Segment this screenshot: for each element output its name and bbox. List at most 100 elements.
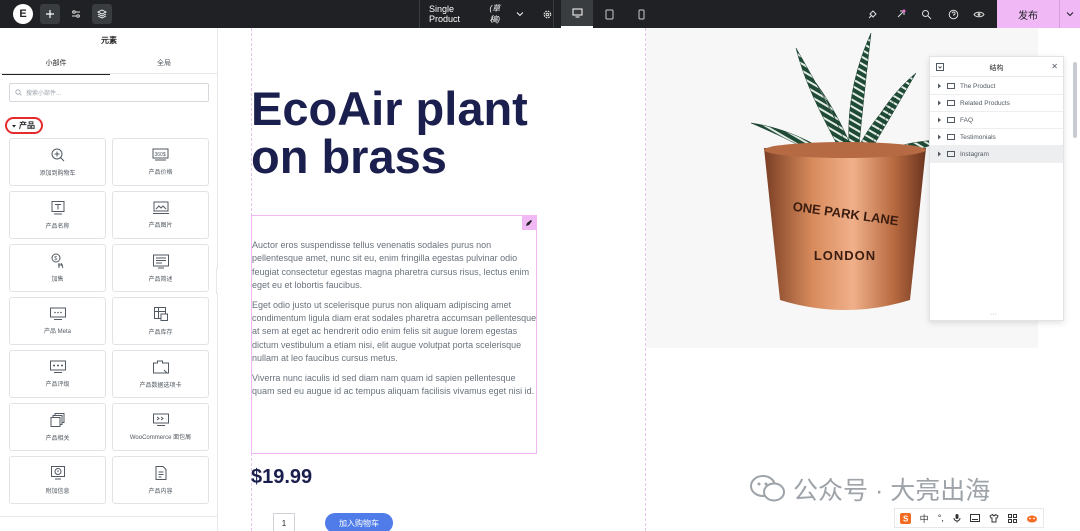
- widget-product-meta[interactable]: 产品 Meta: [9, 297, 106, 345]
- widget-product-images[interactable]: 产品图片: [112, 191, 209, 239]
- search-icon: [921, 9, 931, 19]
- product-title-line: EcoAir plant: [251, 82, 528, 135]
- widget-short-description[interactable]: 产品简述: [112, 244, 209, 292]
- layers-icon: [97, 9, 107, 19]
- desktop-view-button[interactable]: [561, 0, 593, 28]
- sliders-icon: [72, 10, 80, 18]
- chevron-down-icon: [516, 12, 524, 17]
- elements-panel: 元素 小部件 全局 搜索小部件... 产品 添加到购物车 360$ 产品价格 产…: [0, 28, 218, 531]
- add-to-cart-button[interactable]: 加入购物车: [325, 513, 393, 531]
- product-description: Auctor eros suspendisse tellus venenatis…: [252, 239, 538, 404]
- widget-product-stock[interactable]: 产品库存: [112, 297, 209, 345]
- widget-label: 产品数据选项卡: [139, 382, 182, 389]
- top-bar: E Single Product (草稿) 发布: [0, 0, 1080, 28]
- widget-woocommerce-breadcrumbs[interactable]: WooCommerce 面包屑: [112, 403, 209, 451]
- widget-label: 产品图片: [148, 223, 173, 229]
- finder-button[interactable]: [918, 6, 934, 22]
- skin-icon[interactable]: [989, 513, 999, 523]
- tab-global[interactable]: 全局: [110, 58, 217, 68]
- category-label: 产品: [19, 121, 35, 130]
- site-settings-button[interactable]: [66, 4, 86, 24]
- svg-text:$: $: [54, 256, 57, 262]
- structure-panel: 结构 ✕ The Product Related Products FAQ Te…: [929, 56, 1064, 321]
- widget-label: 产品 Meta: [43, 329, 71, 335]
- structure-item-label: FAQ: [960, 116, 974, 124]
- description-paragraph: Auctor eros suspendisse tellus venenatis…: [252, 240, 530, 291]
- add-to-cart-icon: [51, 148, 64, 162]
- plug-icon: [868, 9, 877, 18]
- structure-item-label: Instagram: [960, 150, 989, 158]
- widget-product-rating[interactable]: 产品评级: [9, 350, 106, 398]
- page-settings-gear-icon[interactable]: [542, 9, 553, 20]
- product-stock-icon: [153, 307, 168, 321]
- structure-item-the-product[interactable]: The Product: [930, 78, 1063, 95]
- widget-product-data-tabs[interactable]: 产品数据选项卡: [112, 350, 209, 398]
- widget-label: 产品评级: [45, 382, 70, 388]
- widget-label: 添加到购物车: [39, 171, 76, 177]
- description-paragraph: Viverra nunc iaculis id sed diam nam qua…: [252, 372, 535, 397]
- mobile-view-button[interactable]: [625, 0, 657, 28]
- tablet-icon: [605, 9, 613, 19]
- elementor-logo[interactable]: E: [13, 4, 33, 24]
- product-data-tabs-icon: [152, 360, 169, 373]
- breadcrumbs-icon: [152, 413, 169, 426]
- widget-product-title[interactable]: 产品名称: [9, 191, 106, 239]
- widget-label: 产品相关: [45, 436, 70, 442]
- panel-title: 元素: [101, 36, 117, 45]
- structure-item-testimonials[interactable]: Testimonials: [930, 129, 1063, 146]
- microphone-icon[interactable]: [953, 513, 961, 523]
- integrations-button[interactable]: [864, 6, 880, 22]
- structure-item-faq[interactable]: FAQ: [930, 112, 1063, 129]
- search-placeholder: 搜索小部件...: [26, 91, 62, 97]
- resize-handle[interactable]: ···: [990, 311, 997, 318]
- caret-right-icon: [938, 117, 941, 123]
- widget-label: 产品简述: [148, 276, 173, 283]
- pot-rim: [764, 142, 926, 158]
- chevron-down-icon: [1066, 12, 1074, 17]
- structure-button[interactable]: [92, 4, 112, 24]
- caret-right-icon: [938, 100, 941, 106]
- widget-product-price[interactable]: 360$ 产品价格: [112, 138, 209, 186]
- ime-mode-label[interactable]: 中: [920, 512, 929, 525]
- rocket-icon: [897, 9, 905, 17]
- product-price: $19.99: [251, 466, 313, 488]
- close-icon[interactable]: ✕: [1051, 62, 1058, 71]
- structure-item-related-products[interactable]: Related Products: [930, 95, 1063, 112]
- widget-add-to-cart[interactable]: 添加到购物车: [9, 138, 106, 186]
- search-icon: [15, 89, 22, 96]
- punctuation-icon[interactable]: °,: [938, 513, 944, 523]
- widget-search-input[interactable]: 搜索小部件...: [9, 83, 209, 102]
- product-price-icon: 360$: [152, 148, 168, 161]
- notifications-button[interactable]: [892, 6, 908, 22]
- add-element-button[interactable]: [40, 4, 60, 24]
- structure-item-instagram[interactable]: Instagram: [930, 146, 1063, 163]
- tablet-view-button[interactable]: [593, 0, 625, 28]
- publish-options-button[interactable]: [1059, 0, 1080, 28]
- brass-pot: [764, 148, 926, 310]
- widget-upsell[interactable]: $ 加售: [9, 244, 106, 292]
- quantity-input[interactable]: 1: [273, 513, 295, 531]
- sogou-logo-icon[interactable]: S: [899, 512, 911, 524]
- publish-button[interactable]: 发布: [997, 0, 1059, 28]
- keyboard-icon[interactable]: [970, 514, 981, 522]
- category-products[interactable]: 产品: [5, 117, 43, 134]
- product-title[interactable]: EcoAir plant on brass: [251, 85, 528, 181]
- canvas-scrollbar[interactable]: [1073, 62, 1077, 138]
- structure-title: 结构: [989, 65, 1004, 72]
- svg-text:S: S: [903, 514, 909, 523]
- tab-divider: [0, 73, 217, 74]
- widget-product-content[interactable]: 产品内容: [112, 456, 209, 504]
- widget-related-products[interactable]: 产品相关: [9, 403, 106, 451]
- eye-icon: [973, 11, 985, 17]
- widget-additional-information[interactable]: 附加信息: [9, 456, 106, 504]
- edit-widget-button[interactable]: [522, 216, 536, 230]
- preview-button[interactable]: [971, 6, 987, 22]
- toolbox-grid-icon[interactable]: [1008, 513, 1018, 523]
- help-button[interactable]: [945, 6, 961, 22]
- desktop-icon: [572, 8, 582, 18]
- caret-right-icon: [938, 83, 941, 89]
- widget-label: WooCommerce 面包屑: [129, 435, 192, 441]
- document-title-dropdown[interactable]: Single Product (草稿): [419, 0, 554, 28]
- container-icon: [947, 83, 955, 89]
- mascot-icon[interactable]: [1026, 514, 1038, 523]
